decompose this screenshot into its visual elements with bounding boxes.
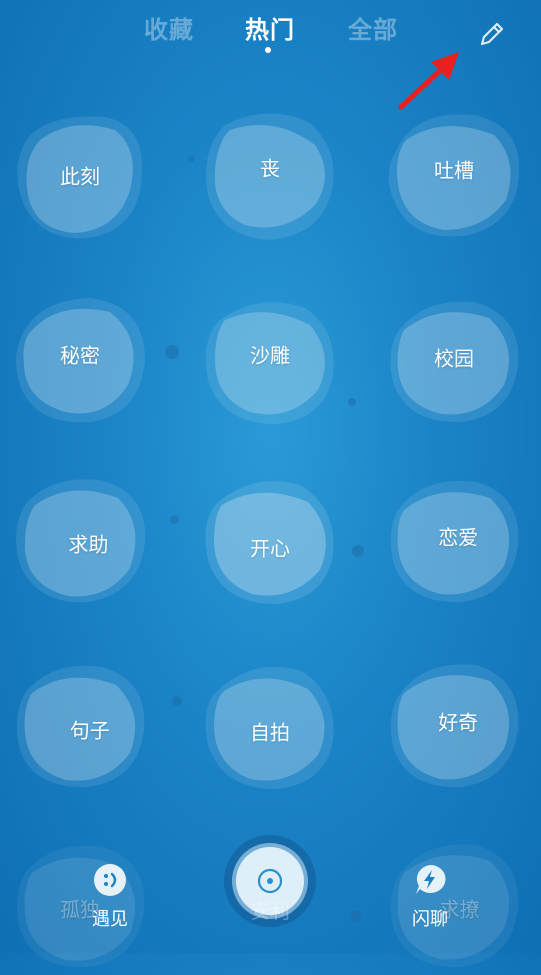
topic-label: 丧 [260, 156, 280, 181]
topic-label: 求助 [68, 532, 109, 557]
nav-meet-label: 遇见 [92, 909, 128, 930]
topic-bubble[interactable]: 吐槽 [384, 105, 524, 245]
smiley-icon [94, 864, 126, 896]
topic-label: 好奇 [438, 710, 479, 735]
topic-bubble[interactable]: 恋爱 [384, 470, 524, 610]
topic-bubble[interactable]: 句子 [10, 655, 150, 795]
center-button-underlay-text: 安利 [250, 899, 290, 923]
topic-label: 沙雕 [250, 343, 290, 368]
nav-flash-chat[interactable]: 闪聊 [395, 863, 465, 933]
topic-bubble[interactable]: 自拍 [200, 655, 340, 795]
center-action-button[interactable]: 安利 [222, 833, 318, 929]
topic-label: 校园 [434, 346, 474, 371]
active-tab-indicator [265, 47, 271, 53]
nav-meet[interactable]: 遇见 [75, 863, 145, 933]
topic-bubble[interactable]: 丧 [200, 105, 340, 245]
topic-bubble[interactable]: 开心 [200, 470, 340, 610]
topic-bubble[interactable]: 校园 [384, 290, 524, 430]
topic-label: 开心 [250, 536, 290, 561]
tab-favorites[interactable]: 收藏 [144, 10, 194, 45]
tab-all[interactable]: 全部 [348, 10, 398, 45]
nav-flash-chat-label: 闪聊 [412, 909, 448, 930]
topic-bubble[interactable]: 沙雕 [200, 290, 340, 430]
topic-label: 句子 [69, 718, 110, 743]
topic-bubble[interactable]: 求助 [10, 470, 150, 610]
topic-label: 秘密 [60, 343, 100, 368]
topic-bubble[interactable]: 秘密 [10, 290, 150, 430]
topic-label: 自拍 [250, 720, 290, 745]
topic-bubble[interactable]: 好奇 [384, 655, 524, 795]
pencil-icon[interactable] [478, 20, 506, 48]
topic-grid: 此刻 丧 吐槽 秘密 沙雕 校园 求助 开心 恋爱 句子 自拍 好奇 孤独 求撩 [0, 95, 541, 968]
topic-bubble[interactable]: 此刻 [10, 105, 150, 245]
topic-label: 恋爱 [438, 525, 479, 550]
tab-hot[interactable]: 热门 [245, 10, 295, 45]
bottom-nav: 遇见 安利 闪聊 [0, 833, 541, 953]
lightning-bubble-icon [416, 864, 446, 894]
topic-label: 吐槽 [434, 158, 474, 183]
topic-label: 此刻 [60, 164, 100, 189]
